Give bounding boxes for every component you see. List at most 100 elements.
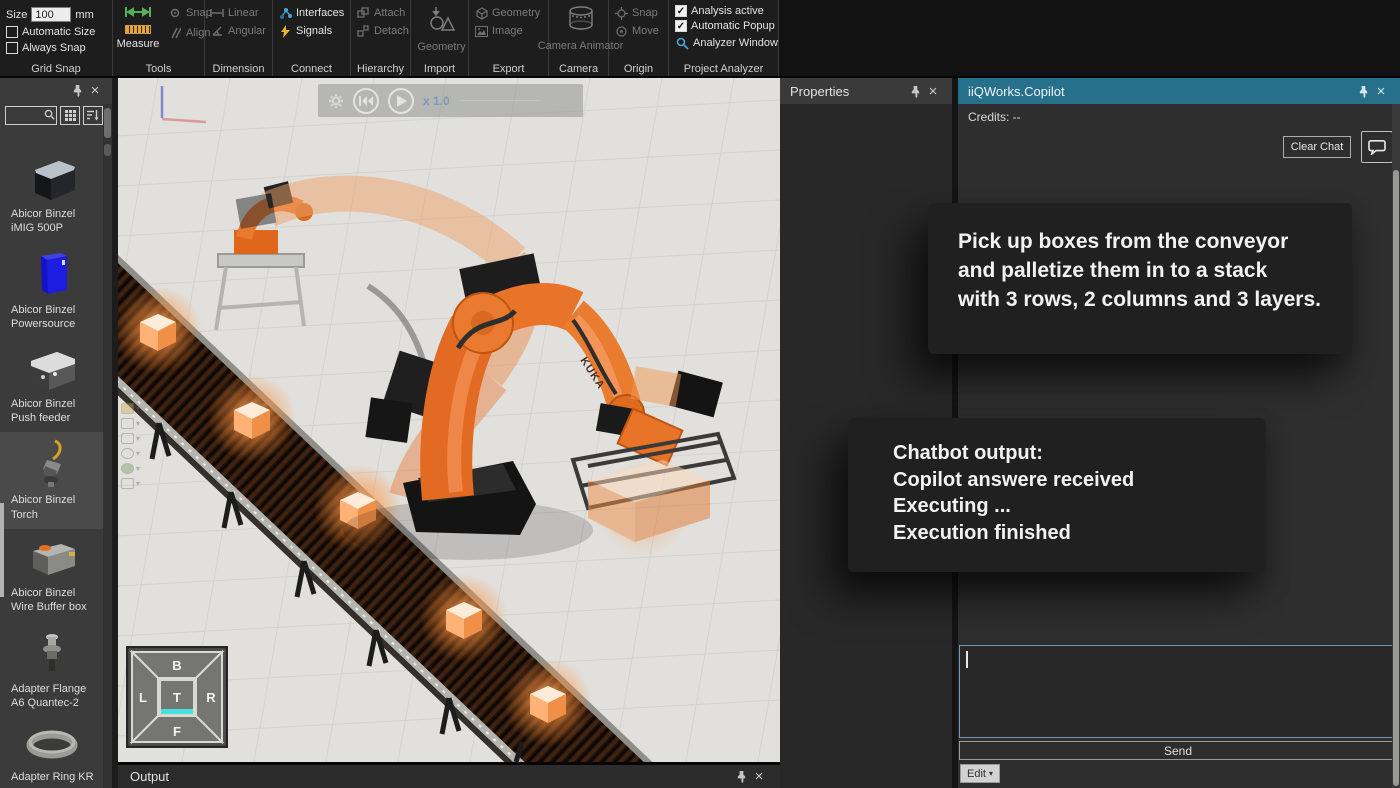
adapter-ring-thumbnail: [21, 723, 83, 767]
group-label-connect: Connect: [273, 63, 350, 75]
group-label-tools: Tools: [113, 63, 204, 75]
origin-snap-icon: [614, 6, 628, 20]
library-item-push-feeder[interactable]: Abicor Binzel Push feeder: [0, 338, 103, 432]
ribbon-group-export: Geometry Image Export: [469, 0, 549, 76]
play-icon: [396, 95, 407, 107]
svg-text:R: R: [206, 690, 216, 705]
detach-button[interactable]: Detach: [353, 23, 412, 39]
group-label-export: Export: [469, 63, 548, 75]
torch-thumbnail: [21, 438, 83, 490]
import-geometry-button[interactable]: Geometry: [413, 5, 470, 54]
export-geometry-icon: [474, 6, 488, 20]
analyzer-window-button[interactable]: Analyzer Window: [672, 35, 781, 51]
sidebar-pin-icon[interactable]: [68, 81, 86, 99]
size-input[interactable]: [31, 7, 71, 22]
copilot-pin-icon[interactable]: [1354, 82, 1372, 100]
rewind-button[interactable]: [353, 88, 379, 114]
linear-dimension-button[interactable]: Linear: [207, 5, 262, 21]
conveyor-box: [208, 374, 296, 462]
playback-speed-slider[interactable]: [459, 94, 541, 108]
library-item-wire-buffer-box[interactable]: Abicor Binzel Wire Buffer box: [0, 529, 103, 621]
output-close-icon[interactable]: ×: [750, 768, 768, 786]
interfaces-button[interactable]: Interfaces: [275, 5, 347, 21]
send-button[interactable]: Send: [959, 741, 1397, 760]
display-option-button[interactable]: ▾: [121, 403, 140, 414]
component-library-panel: × Abicor Binzel iMIG 500P Abicor Binzel …: [0, 78, 112, 788]
playback-toolbar: x 1.0: [318, 84, 583, 117]
library-item-adapter-ring[interactable]: Adapter Ring KR: [0, 717, 103, 788]
group-label-grid-snap: Grid Snap: [0, 63, 112, 75]
library-item-imig-500p[interactable]: Abicor Binzel iMIG 500P: [0, 148, 103, 242]
panel-collapse-handle[interactable]: [0, 503, 4, 597]
ribbon-group-import: Geometry Import: [411, 0, 469, 76]
application-window: Size mm Automatic Size Always Snap Grid …: [0, 0, 1400, 788]
ribbon-group-origin: Snap Move Origin: [609, 0, 669, 76]
screen-option-button[interactable]: ▾: [121, 478, 140, 489]
settings-option-button[interactable]: ▾: [121, 448, 140, 459]
analysis-active-option[interactable]: ✓ Analysis active: [675, 5, 772, 17]
sort-button[interactable]: [83, 106, 103, 125]
powersource-thumbnail: [21, 248, 83, 300]
always-snap-checkbox[interactable]: [6, 42, 18, 54]
grid-view-button[interactable]: [60, 106, 80, 125]
export-geometry-button[interactable]: Geometry: [471, 5, 543, 21]
origin-snap-button[interactable]: Snap: [611, 5, 661, 21]
signals-button[interactable]: Signals: [275, 23, 335, 39]
copilot-close-icon[interactable]: ×: [1372, 82, 1390, 100]
origin-move-button[interactable]: Move: [611, 23, 662, 39]
automatic-popup-checkbox[interactable]: ✓: [675, 20, 687, 32]
conveyor-box: [118, 286, 202, 374]
chat-message-input[interactable]: [959, 645, 1397, 738]
ribbon-group-dimension: Linear Angular Dimension: [205, 0, 273, 76]
playback-gear-icon[interactable]: [328, 93, 344, 109]
automatic-popup-option[interactable]: ✓ Automatic Popup: [675, 20, 772, 32]
angular-dimension-button[interactable]: Angular: [207, 23, 269, 39]
ribbon-group-connect: Interfaces Signals Connect: [273, 0, 351, 76]
gripper: [573, 366, 734, 556]
play-button[interactable]: [388, 88, 414, 114]
automatic-size-label: Automatic Size: [22, 26, 95, 38]
analysis-active-checkbox[interactable]: ✓: [675, 5, 687, 17]
sidebar-scrollbar[interactable]: [103, 104, 112, 788]
automatic-size-option[interactable]: Automatic Size: [6, 26, 106, 38]
automatic-size-checkbox[interactable]: [6, 26, 18, 38]
chart-option-button[interactable]: ▾: [121, 418, 140, 429]
align-icon: [168, 26, 182, 40]
output-pin-icon[interactable]: [732, 768, 750, 786]
properties-title: Properties: [790, 84, 849, 99]
svg-text:T: T: [173, 690, 181, 705]
camera-animator-button[interactable]: Camera Animator: [551, 5, 610, 53]
analyzer-window-icon: [675, 36, 689, 50]
chat-bubble-icon: [1368, 139, 1386, 155]
export-image-button[interactable]: Image: [471, 23, 526, 39]
ribbon-group-project-analyzer: ✓ Analysis active ✓ Automatic Popup Anal…: [669, 0, 779, 76]
3d-viewport[interactable]: KUKA: [118, 78, 780, 762]
library-item-powersource[interactable]: Abicor Binzel Powersource: [0, 242, 103, 338]
signals-icon: [278, 24, 292, 38]
export-image-icon: [474, 24, 488, 38]
properties-pin-icon[interactable]: [906, 82, 924, 100]
group-label-project-analyzer: Project Analyzer: [669, 63, 778, 75]
size-label: Size: [6, 9, 27, 21]
copilot-scrollbar[interactable]: [1392, 104, 1400, 788]
ribbon-group-grid-snap: Size mm Automatic Size Always Snap Grid …: [0, 0, 113, 76]
plot-option-button[interactable]: ▾: [121, 433, 140, 444]
view-navigation-cube[interactable]: B L T R F: [126, 646, 228, 748]
attach-button[interactable]: Attach: [353, 5, 408, 21]
conveyor-box: [504, 658, 592, 746]
chat-bubble-button[interactable]: [1361, 131, 1393, 163]
always-snap-option[interactable]: Always Snap: [6, 42, 106, 54]
edit-dropdown[interactable]: Edit ▾: [960, 764, 1000, 783]
push-feeder-thumbnail: [21, 344, 83, 394]
library-item-torch[interactable]: Abicor Binzel Torch: [0, 432, 103, 528]
group-label-origin: Origin: [609, 63, 668, 75]
sidebar-close-icon[interactable]: ×: [86, 81, 104, 99]
grid-view-icon: [65, 110, 76, 121]
library-item-adapter-flange[interactable]: Adapter Flange A6 Quantec-2: [0, 621, 103, 717]
clear-chat-button[interactable]: Clear Chat: [1283, 136, 1351, 158]
properties-close-icon[interactable]: ×: [924, 82, 942, 100]
svg-text:F: F: [173, 724, 181, 739]
render-option-button[interactable]: ▾: [121, 463, 140, 474]
rewind-icon: [359, 95, 373, 107]
angular-dimension-icon: [210, 24, 224, 38]
